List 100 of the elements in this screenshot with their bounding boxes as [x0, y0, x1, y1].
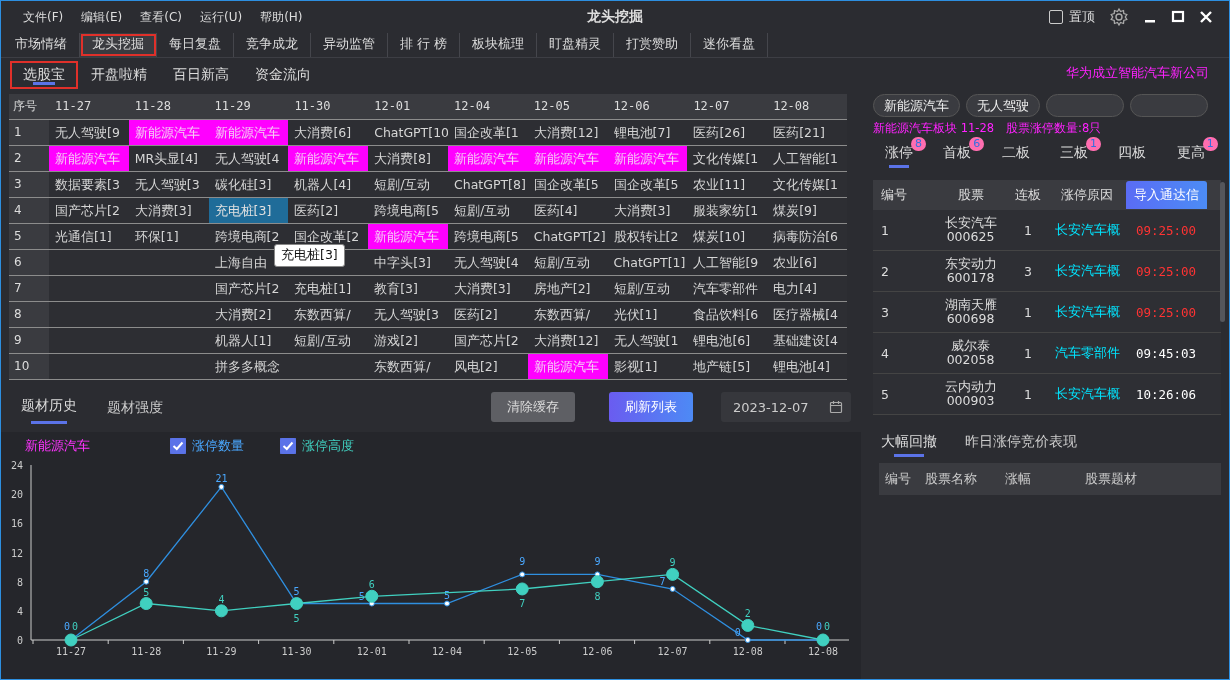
column-header: 序号 [12, 98, 38, 115]
table-cell-text: 3 [1023, 263, 1033, 279]
data-label: 9 [519, 556, 526, 568]
column-header: 股票名称 [925, 470, 978, 488]
column-header: 11-28 [133, 98, 172, 115]
column-header: 12-05 [532, 98, 571, 115]
table-cell-text: 1 [1023, 304, 1033, 320]
column-header: 12-01 [373, 98, 412, 115]
column-header: 连板 [1014, 186, 1042, 204]
row-number: 5 [9, 224, 49, 249]
data-label: 21 [215, 472, 228, 484]
row-number: 9 [9, 328, 49, 353]
time-cell-text: 10:26:06 [1134, 386, 1198, 402]
stock-name: 威尔泰 [951, 339, 990, 353]
stock-name: 长安汽车 [944, 216, 997, 230]
axis-label: 12-08 [807, 646, 839, 657]
reason-cell-text: 汽车零部件 [1053, 344, 1121, 362]
column-header: 编号 [884, 470, 912, 488]
row-number: 7 [9, 276, 49, 301]
axis-label: 12-04 [431, 646, 463, 657]
reason-cell-text: 长安汽车概 [1053, 303, 1121, 321]
axis-label: 11-29 [206, 646, 237, 657]
data-label: 0 [64, 621, 70, 632]
tooltip: 充电桩[3] [274, 244, 345, 267]
axis-label: 11-30 [281, 646, 312, 657]
row-number: 2 [9, 146, 49, 171]
sector-info: 股票涨停数量:8只 [1006, 121, 1102, 136]
count-badge: 1 [1202, 137, 1218, 151]
column-header: 涨停原因 [1060, 186, 1114, 204]
row-number: 3 [9, 172, 49, 197]
axis-label: 12-06 [582, 646, 613, 657]
column-header: 12-07 [692, 98, 731, 115]
data-label: 5 [358, 590, 365, 602]
axis-label: 12-08 [732, 646, 763, 657]
table-cell-text: 3 [880, 304, 890, 320]
axis-label: 0 [16, 635, 23, 646]
count-badge: 8 [911, 137, 926, 151]
stock-code: 600698 [946, 312, 995, 326]
time-cell-text: 09:45:03 [1134, 345, 1198, 361]
column-header: 涨幅 [1005, 470, 1032, 488]
column-header: 11-27 [54, 98, 93, 115]
axis-label: 20 [10, 489, 23, 501]
table-cell-text: 1 [1023, 222, 1033, 238]
row-number: 1 [9, 120, 49, 145]
data-label: 5 [293, 585, 300, 597]
data-label: 0 [72, 621, 78, 632]
table-cell-text: 5 [880, 386, 890, 402]
data-label: 5 [444, 589, 450, 601]
chart-title: 新能源汽车 [25, 437, 91, 455]
axis-label: 11-27 [55, 646, 87, 657]
data-label: 7 [519, 597, 526, 609]
time-cell-text: 09:25:00 [1134, 304, 1198, 320]
row-number: 8 [9, 302, 49, 327]
axis-label: 8 [16, 576, 23, 588]
data-label: 0 [734, 627, 741, 638]
axis-label: 16 [10, 518, 23, 530]
time-cell-text: 09:25:00 [1134, 263, 1198, 279]
column-header: 12-08 [772, 98, 811, 115]
axis-label: 11-28 [131, 646, 162, 657]
stock-name: 东安动力 [944, 257, 997, 271]
column-header: 11-29 [213, 98, 252, 115]
data-label: 8 [143, 567, 150, 579]
count-badge: 6 [969, 137, 985, 151]
axis-label: 12-05 [507, 646, 538, 657]
column-header: 11-30 [293, 98, 332, 115]
row-number: 10 [9, 354, 49, 379]
data-label: 0 [816, 621, 822, 632]
table-cell-text: 1 [880, 222, 890, 238]
data-label: 9 [669, 557, 676, 569]
reason-cell-text: 长安汽车概 [1053, 262, 1121, 280]
stock-code: 002058 [946, 353, 995, 367]
axis-label: 12-01 [356, 646, 387, 657]
legend-label: 涨停数量 [192, 437, 244, 455]
data-label: 7 [659, 575, 666, 587]
table-cell-text: 1 [1023, 345, 1033, 361]
axis-label: 12-07 [657, 646, 688, 657]
stock-code: 600178 [946, 271, 995, 285]
row-number: 6 [9, 250, 49, 275]
news-headline: 华为成立智能汽车新公司 [1066, 64, 1209, 82]
data-label: 6 [368, 579, 375, 591]
reason-cell-text: 长安汽车概 [1053, 385, 1121, 403]
legend-label: 涨停高度 [302, 437, 354, 455]
data-label: 2 [744, 608, 751, 620]
reason-cell-text: 长安汽车概 [1053, 221, 1121, 239]
time-cell-text: 09:25:00 [1134, 222, 1198, 238]
table-cell-text: 1 [1023, 386, 1033, 402]
data-label: 0 [824, 621, 830, 632]
column-header: 股票题材 [1085, 470, 1137, 488]
data-label: 5 [293, 612, 300, 624]
column-header: 12-06 [612, 98, 651, 115]
row-number: 4 [9, 198, 49, 223]
table-cell-text: 4 [880, 345, 890, 361]
stock-name: 湖南天雁 [944, 298, 997, 312]
data-label: 4 [218, 593, 225, 605]
data-label: 8 [594, 590, 601, 602]
sector-info: 新能源汽车板块 11-28 [873, 121, 995, 136]
window-title: 龙头挖掘 [587, 8, 643, 26]
data-label: 9 [594, 556, 601, 568]
axis-label: 24 [10, 460, 23, 471]
table-cell-text: 2 [880, 263, 890, 279]
